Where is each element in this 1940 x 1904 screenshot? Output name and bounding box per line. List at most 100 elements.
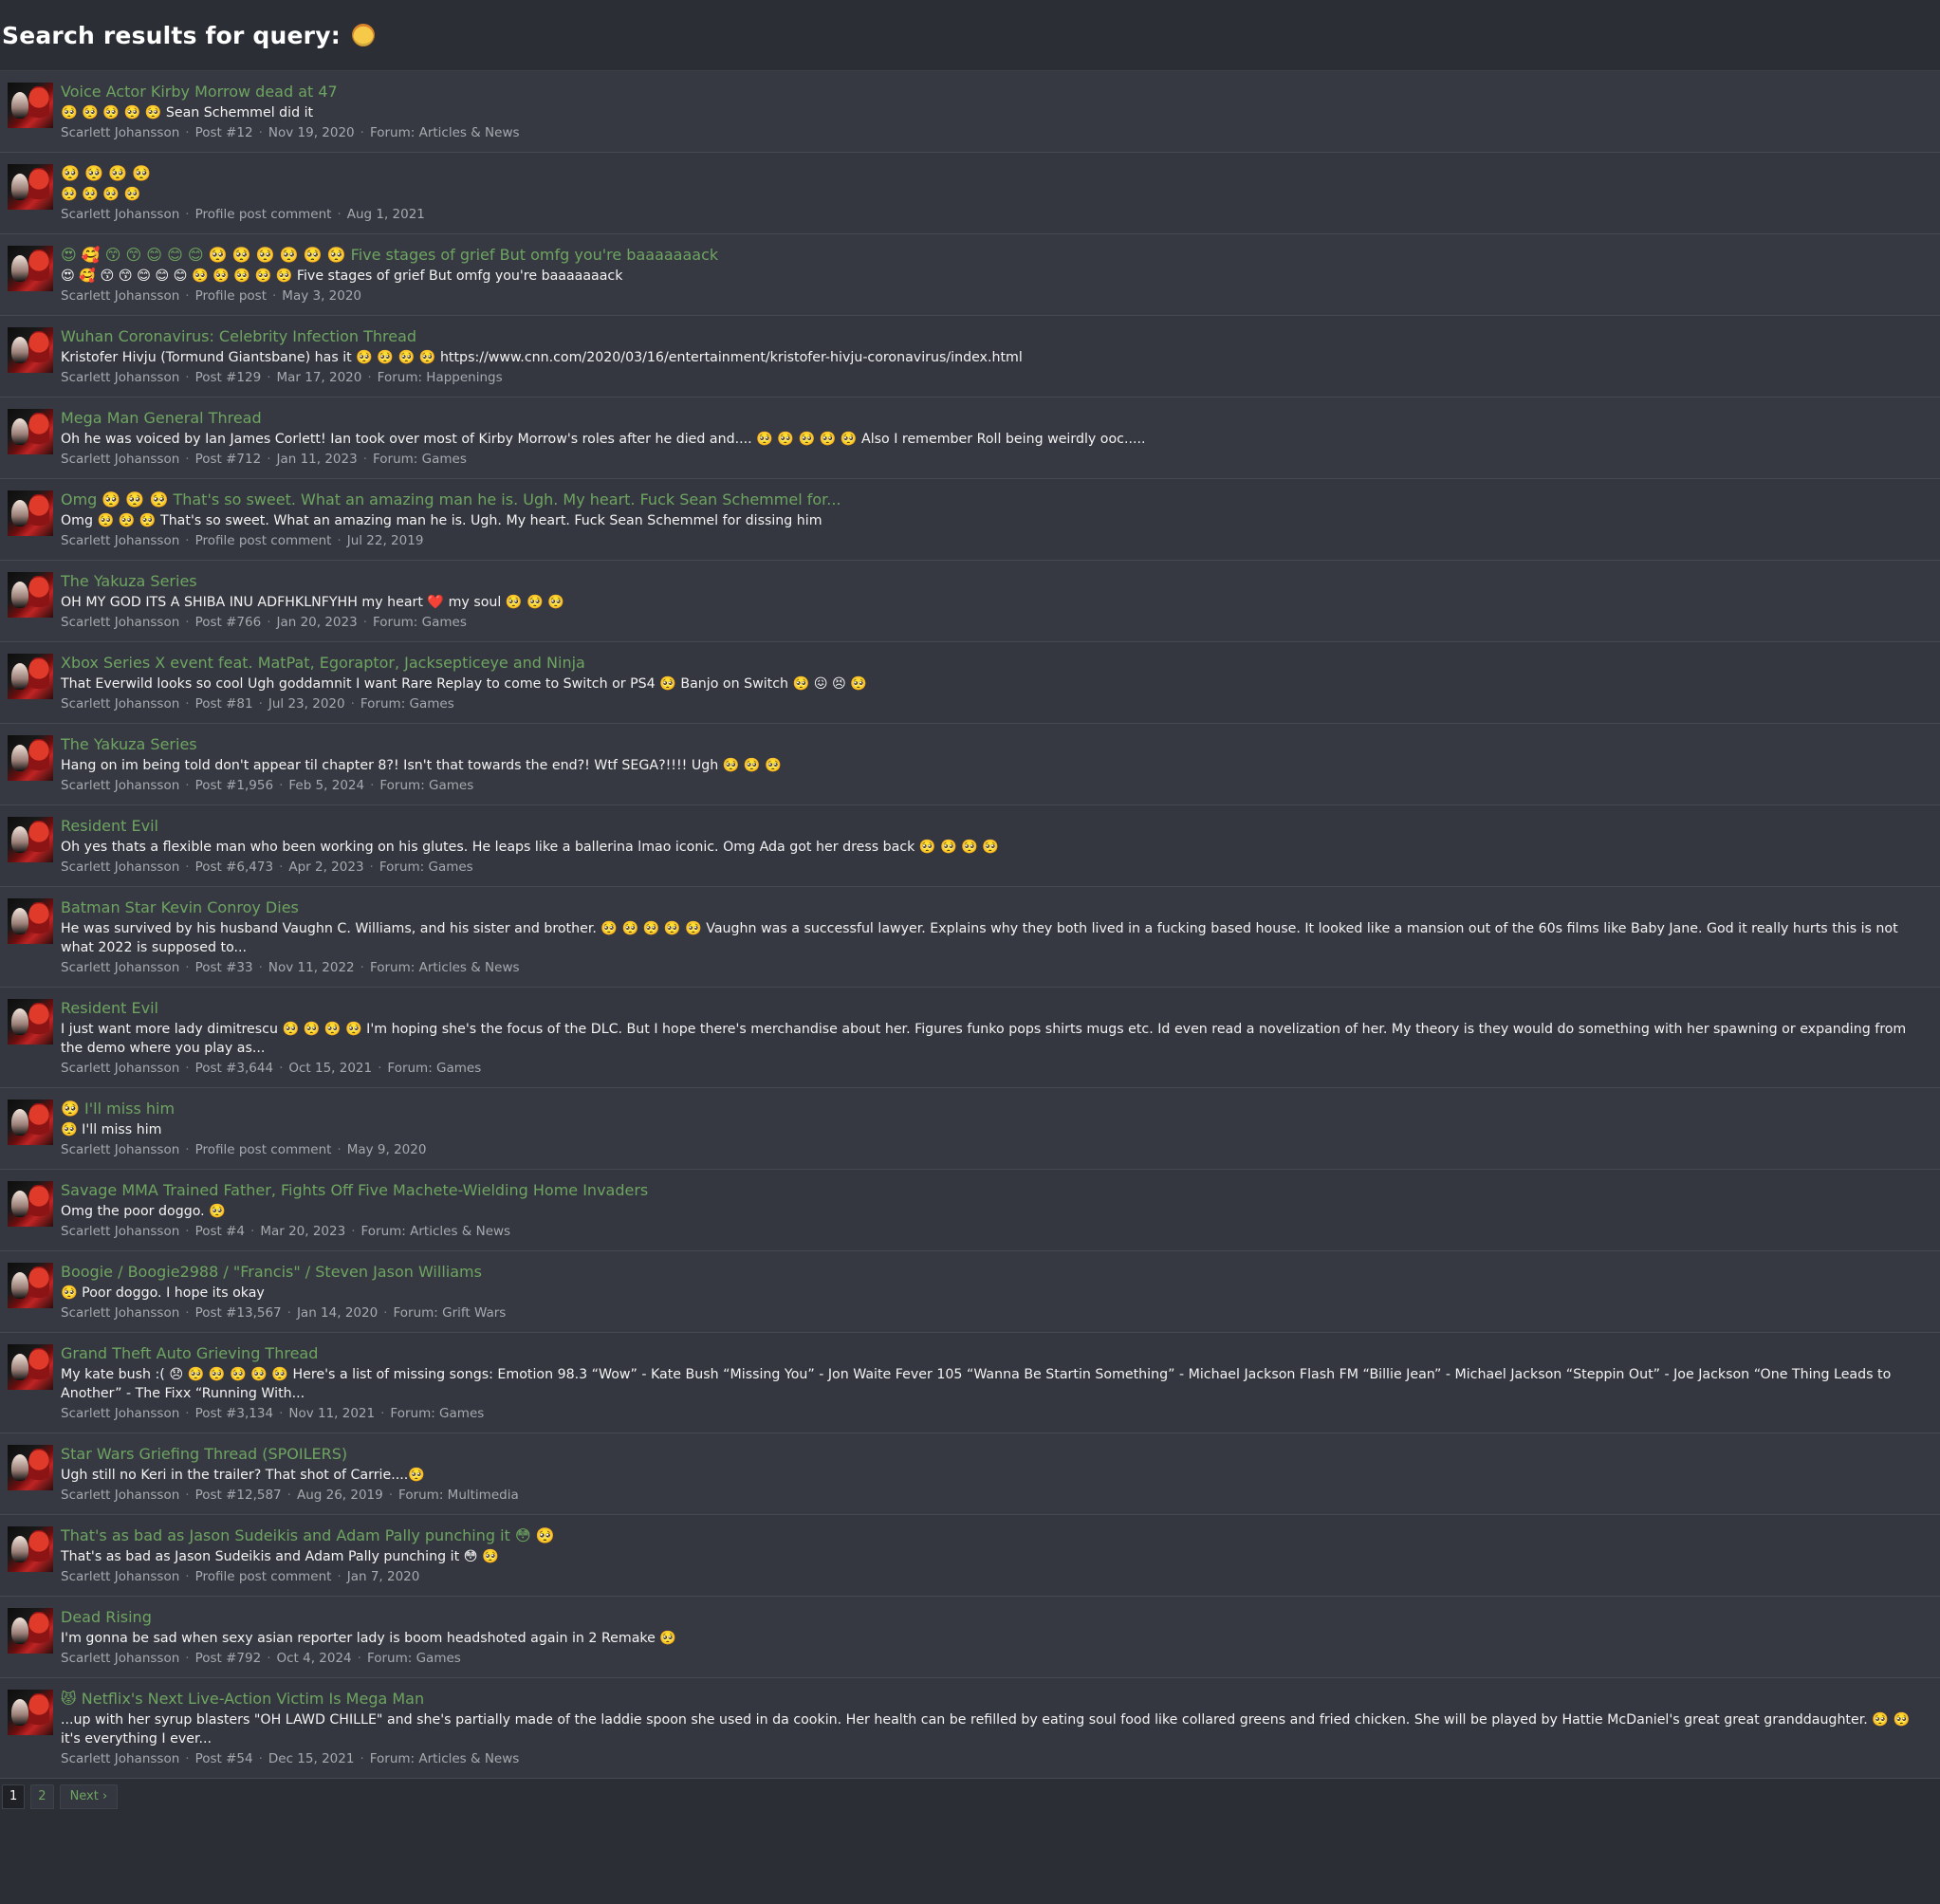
forum-link[interactable]: Forum: Games (379, 778, 473, 793)
avatar[interactable] (8, 1690, 53, 1735)
forum-link[interactable]: Forum: Articles & News (370, 1751, 520, 1766)
author-link[interactable]: Scarlett Johansson (61, 615, 179, 630)
forum-link[interactable]: Forum: Games (390, 1406, 484, 1421)
avatar[interactable] (8, 1344, 53, 1390)
meta-item[interactable]: Mar 17, 2020 (276, 370, 361, 385)
forum-link[interactable]: Forum: Games (360, 696, 454, 712)
author-link[interactable]: Scarlett Johansson (61, 1061, 179, 1076)
result-title-link[interactable]: 🥺 🥺 🥺 🥺 (61, 162, 1940, 185)
result-title-link[interactable]: Xbox Series X event feat. MatPat, Egorap… (61, 652, 1940, 675)
result-title-link[interactable]: Boogie / Boogie2988 / "Francis" / Steven… (61, 1261, 1940, 1284)
author-link[interactable]: Scarlett Johansson (61, 696, 179, 712)
meta-item[interactable]: Jan 7, 2020 (347, 1569, 420, 1584)
meta-item[interactable]: May 9, 2020 (347, 1142, 427, 1157)
meta-item[interactable]: Aug 1, 2021 (347, 207, 425, 222)
meta-item[interactable]: Nov 19, 2020 (268, 125, 355, 140)
forum-link[interactable]: Forum: Games (373, 452, 467, 467)
author-link[interactable]: Scarlett Johansson (61, 1651, 179, 1666)
result-title-link[interactable]: That's as bad as Jason Sudeikis and Adam… (61, 1525, 1940, 1547)
result-title-link[interactable]: Wuhan Coronavirus: Celebrity Infection T… (61, 325, 1940, 348)
avatar[interactable] (8, 83, 53, 128)
meta-item[interactable]: Jul 23, 2020 (268, 696, 345, 712)
result-title-link[interactable]: Resident Evil (61, 815, 1940, 838)
forum-link[interactable]: Forum: Grift Wars (393, 1305, 506, 1321)
author-link[interactable]: Scarlett Johansson (61, 533, 179, 548)
author-link[interactable]: Scarlett Johansson (61, 960, 179, 975)
author-link[interactable]: Scarlett Johansson (61, 452, 179, 467)
avatar[interactable] (8, 1526, 53, 1572)
page-link-2[interactable]: 2 (30, 1784, 54, 1809)
meta-item[interactable]: Oct 15, 2021 (288, 1061, 372, 1076)
avatar[interactable] (8, 1608, 53, 1654)
meta-item[interactable]: Oct 4, 2024 (276, 1651, 351, 1666)
avatar[interactable] (8, 490, 53, 536)
result-meta: Scarlett Johansson · Post #12,587 · Aug 26, … (61, 1485, 1940, 1506)
avatar[interactable] (8, 898, 53, 944)
result-title-link[interactable]: 🥺 I'll miss him (61, 1098, 1940, 1120)
forum-link[interactable]: Forum: Games (367, 1651, 461, 1666)
forum-link[interactable]: Forum: Games (373, 615, 467, 630)
result-title-link[interactable]: Grand Theft Auto Grieving Thread (61, 1342, 1940, 1365)
meta-item[interactable]: Nov 11, 2022 (268, 960, 355, 975)
meta-item[interactable]: Aug 26, 2019 (297, 1488, 383, 1503)
meta-separator: · (185, 860, 190, 875)
next-page-link[interactable]: Next › (59, 1784, 119, 1809)
result-title-link[interactable]: Savage MMA Trained Father, Fights Off Fi… (61, 1179, 1940, 1202)
author-link[interactable]: Scarlett Johansson (61, 778, 179, 793)
result-title-link[interactable]: Resident Evil (61, 997, 1940, 1020)
avatar[interactable] (8, 1181, 53, 1227)
avatar[interactable] (8, 164, 53, 210)
meta-item[interactable]: Nov 11, 2021 (288, 1406, 375, 1421)
result-title-link[interactable]: The Yakuza Series (61, 733, 1940, 756)
author-link[interactable]: Scarlett Johansson (61, 207, 179, 222)
author-link[interactable]: Scarlett Johansson (61, 288, 179, 304)
meta-item[interactable]: Apr 2, 2023 (288, 860, 363, 875)
avatar[interactable] (8, 327, 53, 373)
author-link[interactable]: Scarlett Johansson (61, 1569, 179, 1584)
author-link[interactable]: Scarlett Johansson (61, 1751, 179, 1766)
avatar[interactable] (8, 409, 53, 454)
author-link[interactable]: Scarlett Johansson (61, 1488, 179, 1503)
meta-item[interactable]: Jan 20, 2023 (276, 615, 357, 630)
result-title-link[interactable]: Voice Actor Kirby Morrow dead at 47 (61, 81, 1940, 103)
search-result-row: Resident Evil I just want more lady dimit… (0, 988, 1940, 1088)
avatar[interactable] (8, 1100, 53, 1145)
meta-item[interactable]: May 3, 2020 (282, 288, 361, 304)
forum-link[interactable]: Forum: Multimedia (398, 1488, 519, 1503)
avatar[interactable] (8, 735, 53, 781)
result-title-link[interactable]: Mega Man General Thread (61, 407, 1940, 430)
avatar[interactable] (8, 654, 53, 699)
result-title-link[interactable]: Star Wars Griefing Thread (SPOILERS) (61, 1443, 1940, 1466)
result-title-link[interactable]: Batman Star Kevin Conroy Dies (61, 897, 1940, 919)
forum-link[interactable]: Forum: Games (387, 1061, 481, 1076)
author-link[interactable]: Scarlett Johansson (61, 125, 179, 140)
meta-item[interactable]: Dec 15, 2021 (268, 1751, 355, 1766)
author-link[interactable]: Scarlett Johansson (61, 860, 179, 875)
result-title-link[interactable]: Dead Rising (61, 1606, 1940, 1629)
result-title-link[interactable]: Omg 🥺 🥺 🥺 That's so sweet. What an amazi… (61, 489, 1940, 511)
forum-link[interactable]: Forum: Games (379, 860, 473, 875)
meta-item[interactable]: Feb 5, 2024 (288, 778, 364, 793)
author-link[interactable]: Scarlett Johansson (61, 370, 179, 385)
result-title-link[interactable]: The Yakuza Series (61, 570, 1940, 593)
forum-link[interactable]: Forum: Articles & News (361, 1224, 511, 1239)
author-link[interactable]: Scarlett Johansson (61, 1305, 179, 1321)
result-title-link[interactable]: 😾 Netflix's Next Live-Action Victim Is M… (61, 1688, 1940, 1710)
forum-link[interactable]: Forum: Happenings (378, 370, 503, 385)
meta-item[interactable]: Jan 14, 2020 (297, 1305, 378, 1321)
meta-item[interactable]: Mar 20, 2023 (260, 1224, 345, 1239)
avatar[interactable] (8, 1445, 53, 1490)
author-link[interactable]: Scarlett Johansson (61, 1406, 179, 1421)
avatar[interactable] (8, 572, 53, 618)
avatar[interactable] (8, 1263, 53, 1308)
avatar[interactable] (8, 246, 53, 291)
meta-item[interactable]: Jul 22, 2019 (347, 533, 424, 548)
author-link[interactable]: Scarlett Johansson (61, 1142, 179, 1157)
avatar[interactable] (8, 817, 53, 862)
forum-link[interactable]: Forum: Articles & News (370, 125, 520, 140)
forum-link[interactable]: Forum: Articles & News (370, 960, 520, 975)
author-link[interactable]: Scarlett Johansson (61, 1224, 179, 1239)
meta-item[interactable]: Jan 11, 2023 (276, 452, 357, 467)
result-title-link[interactable]: 😍 🥰 😙 😙 😊 😊 😊 🥺 🥺 🥺 🥺 🥺 🥺 Five stages of… (61, 244, 1940, 267)
avatar[interactable] (8, 999, 53, 1044)
